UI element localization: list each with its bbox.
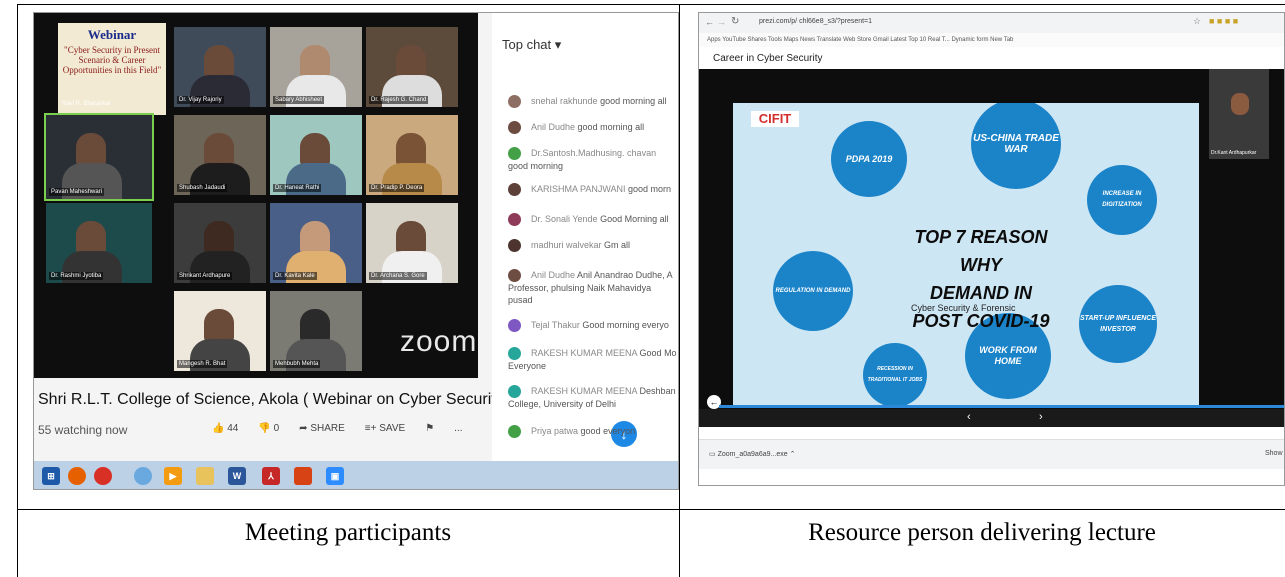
chat-message: Dr.Santosh.Madhusing. chavan good mornin… [508, 147, 678, 172]
chat-author: Dr. Sonali Yende [531, 214, 598, 224]
presentation-stage: CIFIT US-CHINA TRADE WAR PDPA 2019 INCRE… [699, 69, 1284, 427]
avatar [508, 183, 521, 197]
chat-text: Gm all [604, 240, 631, 250]
extensions-icon[interactable]: ■ ■ ■ ■ [1209, 16, 1238, 26]
chat-text: good everyon [580, 426, 636, 436]
word-icon[interactable]: W [228, 467, 246, 485]
avatar [508, 269, 521, 283]
presenter-name: Dr.Kant Ardhapurkar [1211, 150, 1257, 156]
chat-message: Anil Dudhe good morning all [508, 121, 678, 135]
address-bar[interactable]: prezi.com/p/ chl66e8_s3/?present=1 [759, 18, 872, 25]
progress-bar[interactable] [719, 405, 1284, 408]
pdf-icon[interactable]: ⅄ [262, 467, 280, 485]
meeting-screenshot: Webinar "Cyber Security in Present Scena… [33, 12, 679, 490]
avatar [508, 239, 521, 253]
chat-author: Priya patwa [531, 426, 579, 436]
chat-text: good morning all [600, 96, 667, 106]
chat-message: Anil Dudhe Anil Anandrao Dudhe, A Profes… [508, 269, 678, 306]
slide-bubble: US-CHINA TRADE WAR [971, 103, 1061, 189]
back-icon[interactable]: ← [705, 17, 714, 27]
chat-text: good morning [508, 161, 564, 172]
slide-bubble: RECESSION IN TRADITIONAL IT JOBS [863, 343, 927, 405]
folder-icon[interactable] [196, 467, 214, 485]
chat-author: RAKESH KUMAR MEENA [531, 348, 638, 358]
slide-navigation: ‹ › [699, 409, 1284, 427]
chat-message: madhuri walvekar Gm all [508, 239, 678, 253]
chat-author: Anil Dudhe [531, 270, 576, 280]
chat-messages: snehal rakhunde good morning all Anil Dud… [34, 13, 678, 461]
chat-message: snehal rakhunde good morning all [508, 95, 678, 109]
firefox-icon[interactable] [68, 467, 86, 485]
ie-icon[interactable] [134, 467, 152, 485]
slide-bubble: REGULATION IN DEMAND [773, 251, 853, 331]
media-player-icon[interactable]: ▶ [164, 467, 182, 485]
slide-heading-line: TOP 7 REASON WHY [914, 227, 1048, 275]
slide: CIFIT US-CHINA TRADE WAR PDPA 2019 INCRE… [733, 103, 1199, 405]
chat-author: Anil Dudhe [531, 122, 576, 132]
chat-message: Priya patwa good everyon [508, 425, 678, 439]
avatar [508, 347, 521, 361]
cifit-logo: CIFIT [751, 111, 799, 127]
avatar [508, 213, 521, 227]
chat-message: RAKESH KUMAR MEENA Deshban College, Univ… [508, 385, 678, 410]
forward-icon[interactable]: → [717, 17, 726, 27]
prezi-title: Career in Cyber Security [713, 53, 823, 64]
windows-taskbar: ⊞ ▶ W ⅄ ▣ [34, 461, 678, 489]
presenter-video: Dr.Kant Ardhapurkar [1209, 69, 1269, 159]
chat-author: KARISHMA PANJWANI [531, 184, 626, 194]
slide-bubble: START-UP INFLUENCE INVESTOR [1079, 285, 1157, 363]
caption-right: Resource person delivering lecture [808, 519, 1156, 546]
download-file[interactable]: ▭ Zoom_a0a9a6a9...exe ⌃ [709, 450, 795, 458]
chat-author: snehal rakhunde [531, 96, 598, 106]
chat-author: madhuri walvekar [531, 240, 602, 250]
avatar [508, 147, 521, 161]
show-all-button[interactable]: Show [1265, 450, 1283, 457]
table-top-border [17, 4, 1285, 5]
table-left-border [17, 4, 18, 577]
next-slide-button[interactable]: › [1039, 411, 1043, 423]
zoom-app-icon[interactable]: ▣ [326, 467, 344, 485]
avatar [508, 385, 521, 399]
table-middle-border [679, 4, 680, 577]
avatar [508, 425, 521, 439]
slide-heading: TOP 7 REASON WHY DEMAND IN POST COVID-19 [891, 223, 1071, 335]
chat-message: KARISHMA PANJWANI good morn [508, 183, 678, 197]
download-bar: ▭ Zoom_a0a9a6a9...exe ⌃ Show [699, 439, 1284, 469]
chat-author: Tejal Thakur [531, 320, 580, 330]
paint-icon[interactable] [294, 467, 312, 485]
chat-author: Dr.Santosh.Madhusing. chavan [531, 148, 657, 158]
chrome-icon[interactable] [94, 467, 112, 485]
caption-left: Meeting participants [244, 519, 452, 546]
table-row-divider [17, 509, 1285, 510]
chat-author: RAKESH KUMAR MEENA [531, 386, 638, 396]
chat-text: Good Morning all [600, 214, 669, 224]
slide-bubble: INCREASE IN DIGITIZATION [1087, 165, 1157, 235]
slide-bubble: PDPA 2019 [831, 121, 907, 197]
previous-slide-button[interactable]: ‹ [967, 411, 971, 423]
chat-message: Dr. Sonali Yende Good Morning all [508, 213, 678, 227]
chat-text: good morn [628, 184, 672, 194]
windows-start-icon[interactable]: ⊞ [42, 467, 60, 485]
reload-icon[interactable]: ↻ [731, 16, 739, 27]
bookmarks-bar[interactable]: Apps YouTube Shares Tools Maps News Tran… [699, 33, 1284, 47]
avatar [508, 121, 521, 135]
lecture-screenshot: ← → ↻ prezi.com/p/ chl66e8_s3/?present=1… [698, 12, 1285, 486]
avatar [508, 319, 521, 333]
avatar [508, 95, 521, 109]
chat-text: good morning all [577, 122, 645, 132]
chat-message: RAKESH KUMAR MEENA Good Mo Everyone [508, 347, 678, 372]
star-icon[interactable]: ☆ [1193, 16, 1201, 27]
browser-toolbar: ← → ↻ prezi.com/p/ chl66e8_s3/?present=1… [699, 13, 1284, 33]
chat-message: Tejal Thakur Good morning everyo [508, 319, 678, 333]
slide-subtitle: Cyber Security & Forensic [911, 303, 1016, 313]
chat-text: Good morning everyo [582, 320, 669, 330]
